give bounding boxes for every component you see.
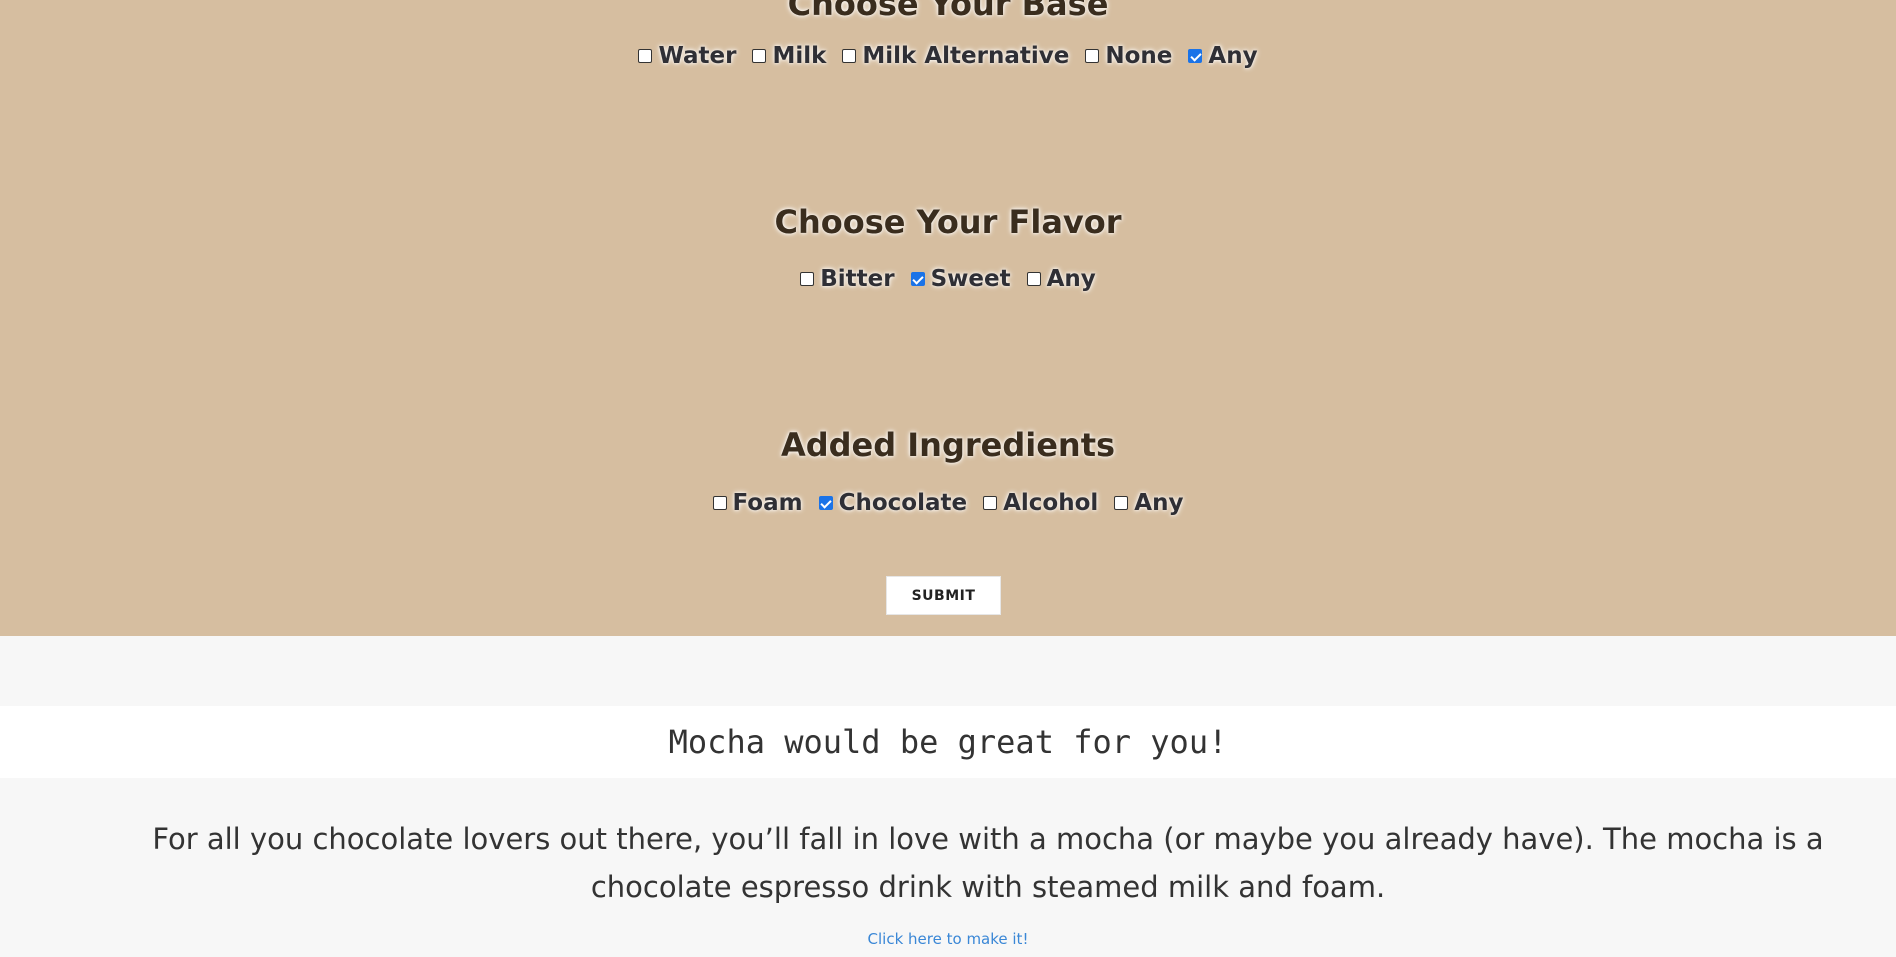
option-chocolate[interactable]: Chocolate [818,490,968,516]
base-options: Water Milk Milk Alternative None Any [0,41,1896,71]
option-label: Any [1046,266,1096,292]
submit-button[interactable]: SUBMIT [886,576,1001,615]
option-label: Bitter [820,266,895,292]
option-label: None [1105,43,1173,69]
option-label: Milk Alternative [862,43,1070,69]
option-ingredients-any[interactable]: Any [1114,490,1183,516]
section-title-flavor: Choose Your Flavor [774,203,1122,241]
checkbox-flavor-any[interactable] [1026,272,1041,286]
checkbox-ingredients-any[interactable] [1114,496,1129,510]
app-root: Choose Your Base Water Milk Milk Alterna… [0,0,1896,957]
result-description: For all you chocolate lovers out there, … [152,822,1824,904]
option-milk[interactable]: Milk [752,43,826,69]
option-label: Milk [772,43,827,69]
option-milk-alternative[interactable]: Milk Alternative [842,43,1069,69]
option-alcohol[interactable]: Alcohol [983,490,1098,516]
option-label: Water [658,43,737,69]
make-it-link[interactable]: Click here to make it! [0,930,1896,948]
option-foam[interactable]: Foam [712,490,803,516]
option-none[interactable]: None [1085,43,1172,69]
flavor-options: Bitter Sweet Any [0,264,1896,294]
option-flavor-any[interactable]: Any [1026,266,1096,292]
result-banner: Mocha would be great for you! [0,706,1896,778]
option-bitter[interactable]: Bitter [800,266,895,292]
checkbox-foam[interactable] [712,496,727,510]
checkbox-alcohol[interactable] [983,496,998,510]
result-title: Mocha would be great for you! [668,723,1228,761]
ingredient-options: Foam Chocolate Alcohol Any [0,488,1896,518]
section-title-ingredients: Added Ingredients [780,426,1116,464]
checkbox-none[interactable] [1085,49,1100,63]
option-label: Any [1134,490,1184,516]
checkbox-chocolate[interactable] [818,496,833,510]
option-label: Alcohol [1003,490,1099,516]
checkbox-base-any[interactable] [1188,49,1203,63]
section-title-base: Choose Your Base [787,0,1109,23]
checkbox-bitter[interactable] [800,272,815,286]
checkbox-sweet[interactable] [910,272,925,286]
checkbox-milk-alternative[interactable] [842,49,857,63]
checkbox-milk[interactable] [752,49,767,63]
option-label: Sweet [930,266,1011,292]
option-sweet[interactable]: Sweet [910,266,1011,292]
coffee-preference-form: Choose Your Base Water Milk Milk Alterna… [0,0,1896,636]
option-water[interactable]: Water [638,43,736,69]
option-label: Chocolate [838,490,968,516]
option-base-any[interactable]: Any [1188,43,1258,69]
option-label: Foam [732,490,803,516]
option-label: Any [1208,43,1258,69]
checkbox-water[interactable] [638,49,653,63]
